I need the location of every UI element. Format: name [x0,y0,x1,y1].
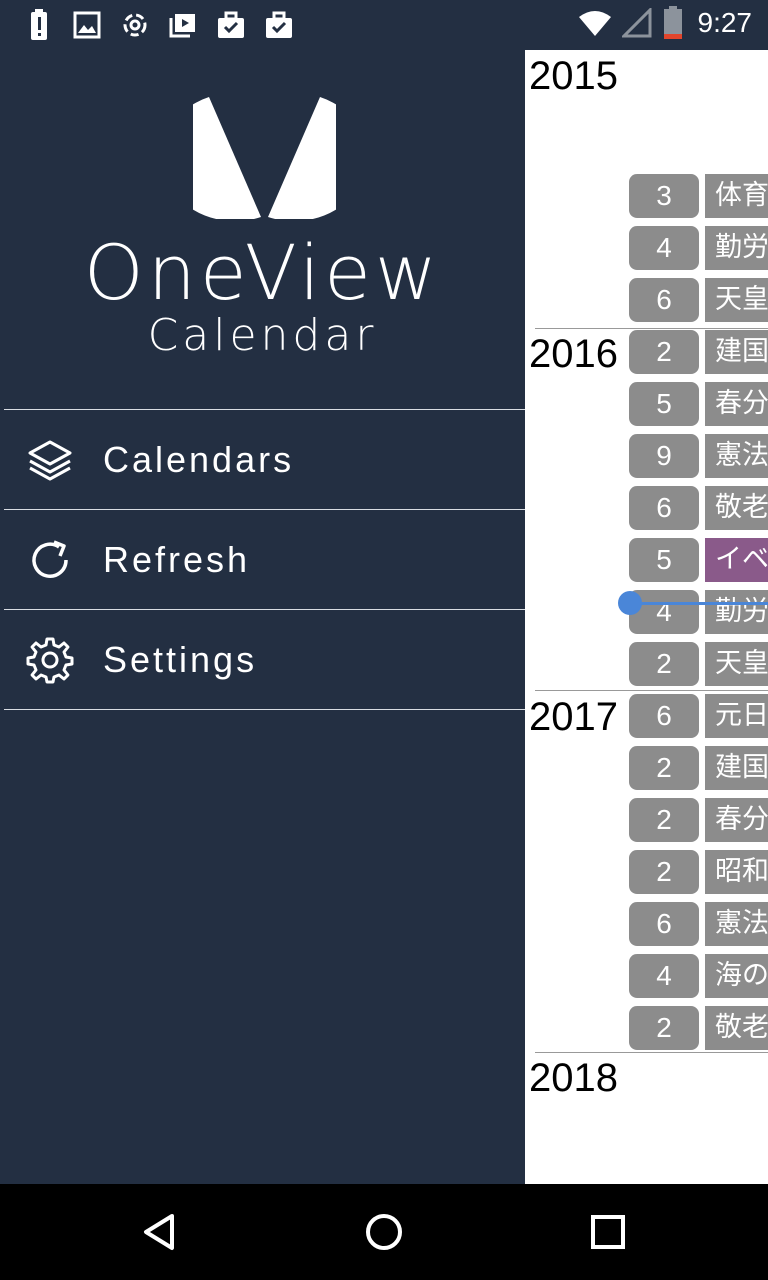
event-count: 3 [629,174,699,218]
system-navigation-bar [0,1184,768,1280]
event-title: 昭和 [705,850,768,894]
year-label: 2018 [529,1056,618,1100]
event-title: 春分 [705,798,768,842]
video-library-icon [166,8,200,42]
drawer-menu: Calendars Refresh Settings [4,409,525,710]
event-title: 敬老 [705,486,768,530]
event-title: 敬老 [705,1006,768,1050]
event-row[interactable]: 5 イベ [629,538,768,582]
event-count: 6 [629,902,699,946]
event-count: 4 [629,954,699,998]
event-row[interactable]: 6 天皇 [629,278,768,322]
menu-item-refresh[interactable]: Refresh [4,509,525,609]
layers-icon [28,440,72,481]
event-count: 4 [629,226,699,270]
event-count: 2 [629,746,699,790]
year-divider [535,1052,768,1053]
event-title: 勤労 [705,226,768,270]
briefcase-check-icon [214,8,248,42]
battery-low-icon [663,6,682,39]
event-row[interactable]: 5 春分 [629,382,768,426]
event-title: イベ [705,538,768,582]
event-row[interactable]: 2 敬老 [629,1006,768,1050]
menu-item-label: Settings [103,638,258,680]
event-title: 春分 [705,382,768,426]
event-title: 建国 [705,746,768,790]
current-time-indicator [618,591,642,615]
event-row[interactable]: 4 海の [629,954,768,998]
event-count: 6 [629,486,699,530]
year-label: 2017 [529,695,618,739]
event-row[interactable]: 2 建国 [629,746,768,790]
current-time-line [629,602,768,605]
menu-item-settings[interactable]: Settings [4,609,525,710]
event-title: 天皇 [705,642,768,686]
home-icon[interactable] [360,1208,408,1256]
event-row[interactable]: 2 昭和 [629,850,768,894]
event-row[interactable]: 6 敬老 [629,486,768,530]
year-label: 2016 [529,332,618,376]
event-count: 2 [629,330,699,374]
event-row[interactable]: 6 憲法 [629,902,768,946]
event-count: 2 [629,1006,699,1050]
signal-icon [621,8,651,38]
menu-item-calendars[interactable]: Calendars [4,409,525,509]
event-title: 体育 [705,174,768,218]
sync-icon [118,8,152,42]
recents-icon[interactable] [584,1208,632,1256]
clock: 9:27 [697,7,753,38]
event-row[interactable]: 2 春分 [629,798,768,842]
event-title: 建国 [705,330,768,374]
refresh-icon [32,540,68,578]
battery-alert-icon [22,8,56,42]
event-title: 天皇 [705,278,768,322]
year-label: 2015 [529,54,618,98]
event-row[interactable]: 2 建国 [629,330,768,374]
event-title: 勤労 [705,590,768,634]
brand-subtitle: Calendar [147,310,378,361]
notification-icons [22,8,296,42]
year-divider [535,690,768,691]
back-icon[interactable] [136,1208,184,1256]
image-icon [70,8,104,42]
event-count: 5 [629,382,699,426]
menu-item-label: Refresh [103,538,251,580]
brand-title: OneView [83,228,442,317]
event-count: 6 [629,278,699,322]
system-icons: 9:27 [578,6,753,40]
event-row[interactable]: 3 体育 [629,174,768,218]
event-row[interactable]: 4 勤労 [629,590,768,634]
event-title: 憲法 [705,902,768,946]
event-row[interactable]: 6 元日 [629,694,768,738]
event-title: 海の [705,954,768,998]
event-count: 2 [629,850,699,894]
event-row[interactable]: 9 憲法 [629,434,768,478]
status-bar: 9:27 [0,0,768,50]
navigation-drawer: OneView Calendar Calendars Refresh Setti… [0,50,525,1184]
event-title: 憲法 [705,434,768,478]
event-count: 2 [629,798,699,842]
event-count: 2 [629,642,699,686]
event-row[interactable]: 2 天皇 [629,642,768,686]
event-row[interactable]: 4 勤労 [629,226,768,270]
event-count: 9 [629,434,699,478]
briefcase-check-icon [262,8,296,42]
event-title: 元日 [705,694,768,738]
event-count: 5 [629,538,699,582]
oneview-logo-icon [193,97,336,219]
wifi-icon [578,11,611,36]
event-count: 6 [629,694,699,738]
gear-icon [26,637,74,684]
menu-item-label: Calendars [103,438,295,480]
calendar-view[interactable]: 2015 3 体育 4 勤労 6 天皇 2016 2 建国 5 春分 9 憲法 6 敬老 5イ… [525,50,768,1184]
year-divider [535,328,768,329]
